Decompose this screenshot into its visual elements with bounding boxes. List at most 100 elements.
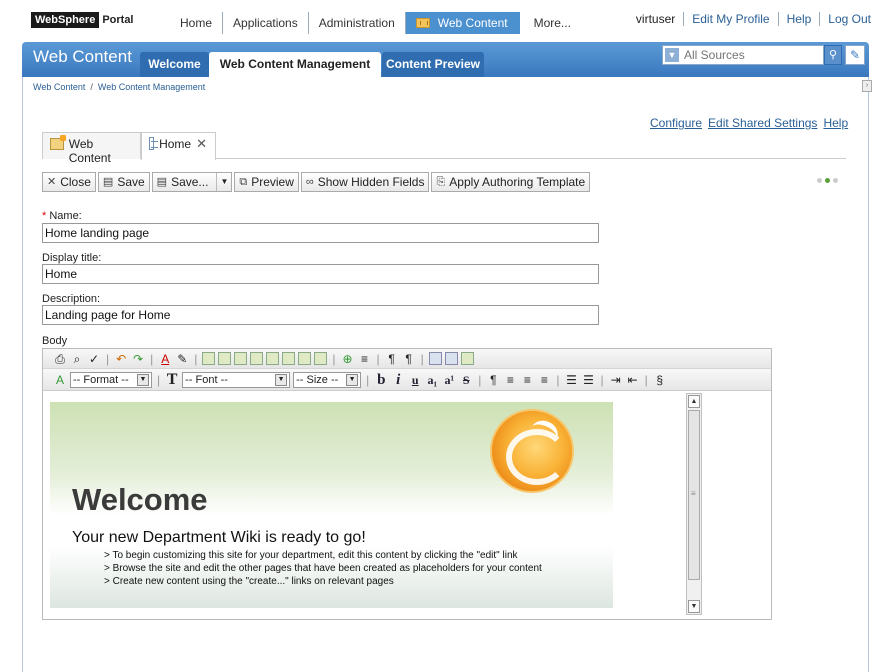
superscript-icon[interactable]: a¹ <box>442 373 456 387</box>
table-row-icon[interactable] <box>250 352 264 365</box>
table-column-icon[interactable] <box>282 352 296 365</box>
horizontal-rule-icon[interactable]: ≡ <box>358 352 372 366</box>
description-label: Description: <box>42 293 101 305</box>
nav-administration[interactable]: Administration <box>309 12 406 34</box>
configure-link[interactable]: Configure <box>650 116 702 130</box>
underline-icon[interactable]: u <box>408 373 422 387</box>
show-hidden-fields-button[interactable]: ∞ Show Hidden Fields <box>300 172 430 192</box>
save-button[interactable]: ▤ Save <box>97 172 150 192</box>
display-title-field[interactable] <box>42 264 599 284</box>
text-color-icon[interactable]: A <box>158 352 172 366</box>
show-hidden-label: Show Hidden Fields <box>317 175 425 189</box>
tab-welcome[interactable]: Welcome <box>140 52 209 77</box>
italic-icon[interactable]: i <box>391 372 405 387</box>
chevron-down-icon: ▼ <box>275 373 288 386</box>
font-icon: T <box>166 370 178 388</box>
scroll-thumb[interactable] <box>688 410 700 580</box>
apply-authoring-template-button[interactable]: ⎘ Apply Authoring Template <box>431 172 591 192</box>
strikethrough-icon[interactable]: S <box>459 373 473 387</box>
style-icon[interactable]: A <box>53 373 67 387</box>
highlight-icon[interactable]: ✎ <box>175 352 189 366</box>
edit-image-icon[interactable] <box>218 352 232 365</box>
tab-home-label: Home <box>159 137 192 151</box>
insert-component-icon[interactable] <box>460 352 474 365</box>
nav-web-content[interactable]: Web Content <box>405 12 520 34</box>
find-icon[interactable]: ⌕ <box>70 352 84 366</box>
table-cell-icon[interactable] <box>266 352 280 365</box>
paragraph-icon[interactable]: ¶ <box>486 373 500 387</box>
format-select[interactable]: -- Format -- ▼ <box>70 371 152 388</box>
spellcheck-icon[interactable]: ✓ <box>87 352 101 366</box>
status-dots <box>817 178 838 183</box>
scroll-down-icon[interactable]: ▼ <box>688 600 700 613</box>
logout-link[interactable]: Log Out <box>820 12 871 26</box>
insert-image-icon[interactable] <box>202 352 216 365</box>
insert-table-icon[interactable] <box>234 352 248 365</box>
ltr-icon[interactable]: ¶ <box>385 352 399 366</box>
undo-icon[interactable]: ↶ <box>114 352 128 366</box>
welcome-heading: Welcome <box>72 482 208 517</box>
web-content-icon <box>415 18 430 28</box>
subscript-icon[interactable]: a₁ <box>425 373 439 387</box>
outdent-icon[interactable]: ⇤ <box>626 373 640 387</box>
folder-new-icon <box>50 135 66 150</box>
portlet-links: Configure Edit Shared Settings Help <box>650 116 848 130</box>
tab-web-content-management[interactable]: Web Content Management <box>209 52 381 77</box>
bulleted-list-icon[interactable]: ☰ <box>582 373 596 387</box>
expand-icon[interactable]: › <box>862 80 872 92</box>
search-scope-dropdown-icon[interactable]: ▼ <box>665 48 679 62</box>
help-link[interactable]: Help <box>779 12 821 26</box>
table-delete-icon[interactable] <box>298 352 312 365</box>
close-button[interactable]: ✕ Close <box>42 172 96 192</box>
rtl-icon[interactable]: ¶ <box>402 352 416 366</box>
close-icon[interactable]: ✕ <box>196 137 207 151</box>
size-select[interactable]: -- Size -- ▼ <box>293 371 362 388</box>
name-field[interactable] <box>42 223 599 243</box>
bold-icon[interactable]: b <box>374 372 388 387</box>
save-icon: ▤ <box>102 176 114 188</box>
chevron-down-icon[interactable]: ▼ <box>216 173 231 191</box>
numbered-list-icon[interactable]: ☰ <box>565 373 579 387</box>
insert-element-icon[interactable] <box>428 352 442 365</box>
link-icon[interactable]: ⊕ <box>341 352 355 366</box>
portlet-help-link[interactable]: Help <box>823 116 848 130</box>
redo-icon[interactable]: ↷ <box>131 352 145 366</box>
nav-home[interactable]: Home <box>170 12 224 34</box>
user-navigation: virtuser Edit My Profile Help Log Out <box>628 12 871 26</box>
breadcrumb-web-content[interactable]: Web Content <box>33 82 85 92</box>
align-center-icon[interactable]: ≡ <box>520 373 534 387</box>
instruction-item: > Browse the site and edit the other pag… <box>104 563 542 574</box>
edit-pencil-icon[interactable]: ✎ <box>845 45 865 65</box>
search-input[interactable] <box>684 47 819 63</box>
description-field[interactable] <box>42 305 599 325</box>
save-menu-button[interactable]: ▤ Save... ▼ <box>151 172 233 192</box>
print-icon[interactable]: ⎙ <box>53 352 67 366</box>
align-left-icon[interactable]: ≡ <box>503 373 517 387</box>
editor-scrollbar[interactable]: ▲ ▼ <box>686 393 702 615</box>
insert-link-element-icon[interactable] <box>444 352 458 365</box>
logo-brand: WebSphere <box>31 12 100 28</box>
edit-profile-link[interactable]: Edit My Profile <box>684 12 779 26</box>
indent-icon[interactable]: ⇥ <box>609 373 623 387</box>
source-icon[interactable]: § <box>653 373 667 387</box>
nav-applications[interactable]: Applications <box>223 12 309 34</box>
save-label: Save <box>117 175 145 189</box>
glasses-icon: ∞ <box>305 176 314 188</box>
display-title-label: Display title: <box>42 252 102 264</box>
tab-home-document[interactable]: Home ✕ <box>141 132 216 160</box>
instruction-item: > Create new content using the "create..… <box>104 576 394 587</box>
chevron-down-icon: ▼ <box>137 373 149 386</box>
tab-content-preview[interactable]: Content Preview <box>382 52 484 77</box>
font-select[interactable]: -- Font -- ▼ <box>182 371 291 388</box>
body-content-area[interactable]: Welcome Your new Department Wiki is read… <box>50 402 613 608</box>
chevron-down-icon: ▼ <box>346 373 359 386</box>
table-props-icon[interactable] <box>314 352 328 365</box>
tab-web-content-library[interactable]: Web Content <box>42 132 141 165</box>
scroll-up-icon[interactable]: ▲ <box>688 395 700 408</box>
breadcrumb-wcm[interactable]: Web Content Management <box>98 82 205 92</box>
preview-button[interactable]: ⧉ Preview <box>234 172 299 192</box>
edit-shared-settings-link[interactable]: Edit Shared Settings <box>708 116 817 130</box>
align-right-icon[interactable]: ≡ <box>537 373 551 387</box>
nav-more[interactable]: More... <box>524 12 581 34</box>
search-icon[interactable]: ⚲ <box>824 45 842 65</box>
